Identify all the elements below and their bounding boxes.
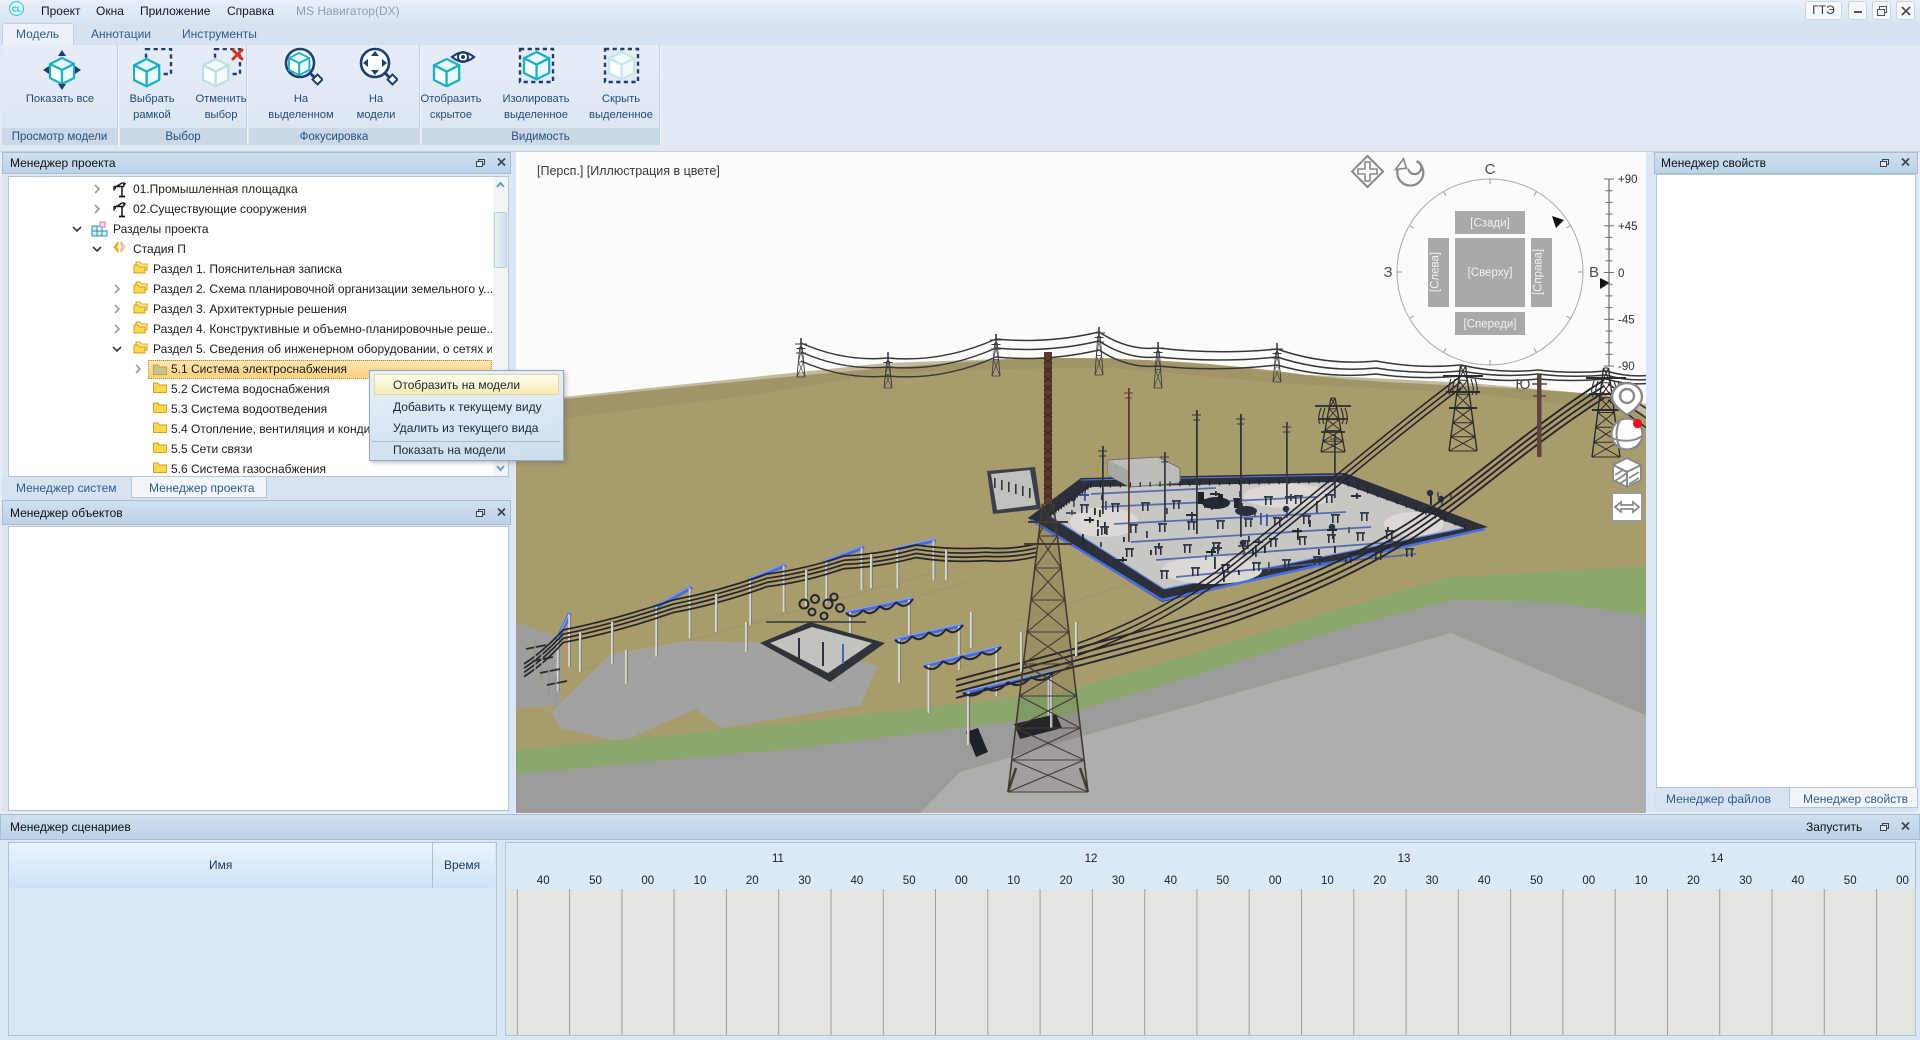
svg-text:00: 00 xyxy=(641,875,654,887)
svg-text:40: 40 xyxy=(537,875,550,887)
svg-text:30: 30 xyxy=(798,875,811,887)
svg-text:50: 50 xyxy=(1530,875,1543,887)
svg-text:50: 50 xyxy=(589,875,602,887)
svg-text:20: 20 xyxy=(1373,875,1386,887)
svg-text:10: 10 xyxy=(694,875,707,887)
svg-text:30: 30 xyxy=(1739,875,1752,887)
svg-text:10: 10 xyxy=(1635,875,1648,887)
svg-text:+45: +45 xyxy=(1618,221,1638,233)
svg-text:00: 00 xyxy=(1896,875,1909,887)
svg-text:30: 30 xyxy=(1112,875,1125,887)
svg-text:+90: +90 xyxy=(1618,174,1638,186)
svg-text:20: 20 xyxy=(1060,875,1073,887)
svg-text:40: 40 xyxy=(851,875,864,887)
svg-text:[Персп.] [Иллюстрация в цвете]: [Персп.] [Иллюстрация в цвете] xyxy=(537,164,720,178)
svg-text:З: З xyxy=(1383,264,1392,281)
svg-text:[Слева]: [Слева] xyxy=(1430,252,1442,292)
svg-text:00: 00 xyxy=(1269,875,1282,887)
svg-text:14: 14 xyxy=(1711,853,1724,865)
svg-text:13: 13 xyxy=(1398,853,1411,865)
svg-text:11: 11 xyxy=(772,853,784,865)
svg-text:20: 20 xyxy=(746,875,759,887)
svg-text:-45: -45 xyxy=(1618,315,1635,327)
svg-text:12: 12 xyxy=(1085,853,1098,865)
svg-text:С: С xyxy=(1485,161,1496,178)
svg-text:40: 40 xyxy=(1792,875,1805,887)
svg-text:[Сверху]: [Сверху] xyxy=(1468,267,1513,279)
svg-text:20: 20 xyxy=(1687,875,1700,887)
svg-text:10: 10 xyxy=(1007,875,1020,887)
svg-text:40: 40 xyxy=(1478,875,1491,887)
svg-text:10: 10 xyxy=(1321,875,1334,887)
svg-text:50: 50 xyxy=(1844,875,1857,887)
svg-text:[Справа]: [Справа] xyxy=(1533,249,1545,295)
svg-text:50: 50 xyxy=(903,875,916,887)
svg-text:00: 00 xyxy=(1582,875,1595,887)
svg-text:-90: -90 xyxy=(1618,361,1635,373)
svg-text:50: 50 xyxy=(1216,875,1229,887)
svg-text:30: 30 xyxy=(1426,875,1439,887)
svg-text:В: В xyxy=(1589,264,1599,281)
svg-text:0: 0 xyxy=(1618,268,1624,280)
svg-text:00: 00 xyxy=(955,875,968,887)
svg-text:[Спереди]: [Спереди] xyxy=(1464,319,1517,331)
svg-text:40: 40 xyxy=(1164,875,1177,887)
svg-text:Ю: Ю xyxy=(1515,376,1530,393)
svg-text:[Сзади]: [Сзади] xyxy=(1470,218,1510,230)
svg-text:CL: CL xyxy=(12,7,22,14)
